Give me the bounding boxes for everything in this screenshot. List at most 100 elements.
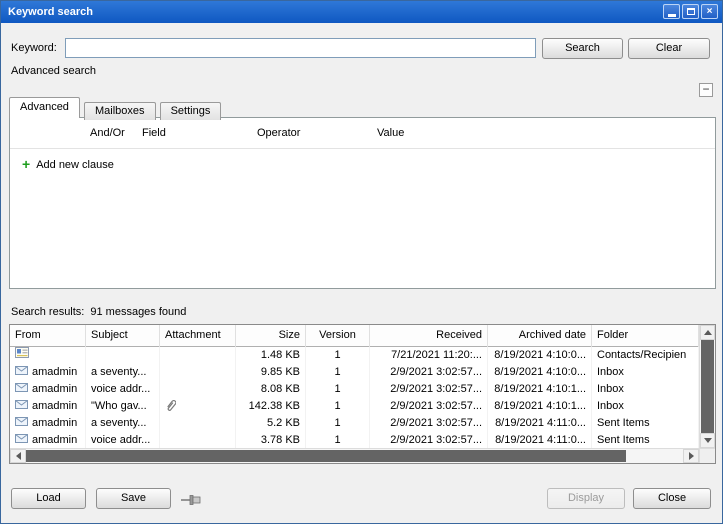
save-button[interactable]: Save: [96, 488, 171, 509]
size-cell: 8.08 KB: [236, 381, 306, 398]
load-button[interactable]: Load: [11, 488, 86, 509]
from-cell: amadmin: [10, 415, 86, 432]
minimize-button[interactable]: [663, 4, 680, 19]
received-cell: 2/9/2021 3:02:57...: [370, 364, 488, 381]
archived-cell: 8/19/2021 4:11:0...: [488, 415, 592, 432]
horizontal-scroll-thumb[interactable]: [26, 450, 626, 462]
table-row[interactable]: amadmin voice addr... 8.08 KB 1 2/9/2021…: [10, 381, 699, 398]
envelope-icon: [15, 432, 28, 448]
archived-cell: 8/19/2021 4:11:0...: [488, 432, 592, 448]
clause-col-andor: And/Or: [90, 127, 125, 139]
clause-col-field: Field: [142, 127, 166, 139]
plus-icon: +: [22, 156, 30, 172]
column-header-subject[interactable]: Subject: [86, 325, 160, 347]
column-header-archived[interactable]: Archived date: [488, 325, 592, 347]
tab-mailboxes[interactable]: Mailboxes: [84, 102, 156, 120]
clause-col-operator: Operator: [257, 127, 300, 139]
close-icon: ×: [707, 5, 713, 18]
arrow-right-icon: [689, 452, 694, 460]
attachment-cell: [160, 415, 236, 432]
table-row[interactable]: amadmin "Who gav... 142.38 KB 1 2/9/2021…: [10, 398, 699, 415]
results-table-body: From Subject Attachment Size Version Rec…: [10, 325, 699, 448]
column-header-folder[interactable]: Folder: [592, 325, 699, 347]
subject-cell: a seventy...: [86, 364, 160, 381]
window-title: Keyword search: [8, 6, 93, 18]
tab-settings[interactable]: Settings: [160, 102, 222, 120]
results-summary: Search results:91 messages found: [11, 306, 186, 318]
tab-strip: Advanced Mailboxes Settings: [9, 97, 222, 118]
clause-col-value: Value: [377, 127, 404, 139]
collapse-section-button[interactable]: −: [699, 83, 713, 97]
version-cell: 1: [306, 381, 370, 398]
table-row[interactable]: amadmin a seventy... 9.85 KB 1 2/9/2021 …: [10, 364, 699, 381]
archived-cell: 8/19/2021 4:10:1...: [488, 398, 592, 415]
minimize-icon: [668, 14, 676, 17]
column-header-received[interactable]: Received: [370, 325, 488, 347]
scroll-up-button[interactable]: [700, 325, 715, 340]
column-header-version[interactable]: Version: [306, 325, 370, 347]
close-button[interactable]: ×: [701, 4, 718, 19]
subject-cell: a seventy...: [86, 415, 160, 432]
folder-cell: Inbox: [592, 364, 699, 381]
envelope-icon: [15, 415, 28, 432]
archived-cell: 8/19/2021 4:10:0...: [488, 364, 592, 381]
close-dialog-button[interactable]: Close: [633, 488, 711, 509]
table-row[interactable]: 1.48 KB 1 7/21/2021 11:20:... 8/19/2021 …: [10, 347, 699, 364]
from-text: amadmin: [32, 398, 77, 415]
size-cell: 1.48 KB: [236, 347, 306, 364]
arrow-down-icon: [704, 438, 712, 443]
column-header-size[interactable]: Size: [236, 325, 306, 347]
from-cell: amadmin: [10, 364, 86, 381]
pin-button[interactable]: [180, 493, 204, 507]
vertical-scrollbar[interactable]: [699, 325, 715, 448]
keyword-label: Keyword:: [11, 42, 57, 54]
attachment-cell: [160, 432, 236, 448]
received-cell: 7/21/2021 11:20:...: [370, 347, 488, 364]
results-summary-value: 91 messages found: [90, 306, 186, 318]
subject-cell: voice addr...: [86, 432, 160, 448]
add-new-clause-link[interactable]: + Add new clause: [22, 156, 114, 172]
version-cell: 1: [306, 364, 370, 381]
vertical-scroll-thumb[interactable]: [701, 340, 714, 433]
horizontal-scrollbar[interactable]: [10, 448, 699, 463]
maximize-button[interactable]: [682, 4, 699, 19]
advanced-search-label[interactable]: Advanced search: [11, 65, 96, 77]
folder-cell: Contacts/Recipien: [592, 347, 699, 364]
table-row[interactable]: amadmin a seventy... 5.2 KB 1 2/9/2021 3…: [10, 415, 699, 432]
scroll-down-button[interactable]: [700, 433, 715, 448]
column-header-attachment[interactable]: Attachment: [160, 325, 236, 347]
received-cell: 2/9/2021 3:02:57...: [370, 398, 488, 415]
tab-advanced[interactable]: Advanced: [9, 97, 80, 118]
envelope-icon: [15, 381, 28, 398]
received-cell: 2/9/2021 3:02:57...: [370, 415, 488, 432]
maximize-icon: [687, 8, 695, 15]
titlebar[interactable]: Keyword search ×: [1, 1, 722, 23]
subject-cell: [86, 347, 160, 364]
attachment-cell: [160, 364, 236, 381]
column-header-from[interactable]: From: [10, 325, 86, 347]
size-cell: 5.2 KB: [236, 415, 306, 432]
clear-button[interactable]: Clear: [628, 38, 710, 59]
folder-cell: Inbox: [592, 381, 699, 398]
archived-cell: 8/19/2021 4:10:1...: [488, 381, 592, 398]
clause-header-row: And/Or Field Operator Value: [10, 118, 715, 149]
scroll-left-button[interactable]: [10, 449, 26, 463]
arrow-left-icon: [16, 452, 21, 460]
scroll-right-button[interactable]: [683, 449, 699, 463]
search-button[interactable]: Search: [542, 38, 623, 59]
archived-cell: 8/19/2021 4:10:0...: [488, 347, 592, 364]
add-new-clause-label: Add new clause: [36, 159, 114, 171]
version-cell: 1: [306, 347, 370, 364]
from-cell: amadmin: [10, 432, 86, 448]
version-cell: 1: [306, 398, 370, 415]
received-cell: 2/9/2021 3:02:57...: [370, 381, 488, 398]
results-header-row: From Subject Attachment Size Version Rec…: [10, 325, 699, 347]
attachment-cell: [160, 398, 236, 415]
paperclip-icon: [165, 398, 176, 415]
from-text: amadmin: [32, 432, 77, 448]
display-button[interactable]: Display: [547, 488, 625, 509]
keyword-input[interactable]: [65, 38, 536, 58]
table-row[interactable]: amadmin voice addr... 3.78 KB 1 2/9/2021…: [10, 432, 699, 448]
received-cell: 2/9/2021 3:02:57...: [370, 432, 488, 448]
folder-cell: Inbox: [592, 398, 699, 415]
